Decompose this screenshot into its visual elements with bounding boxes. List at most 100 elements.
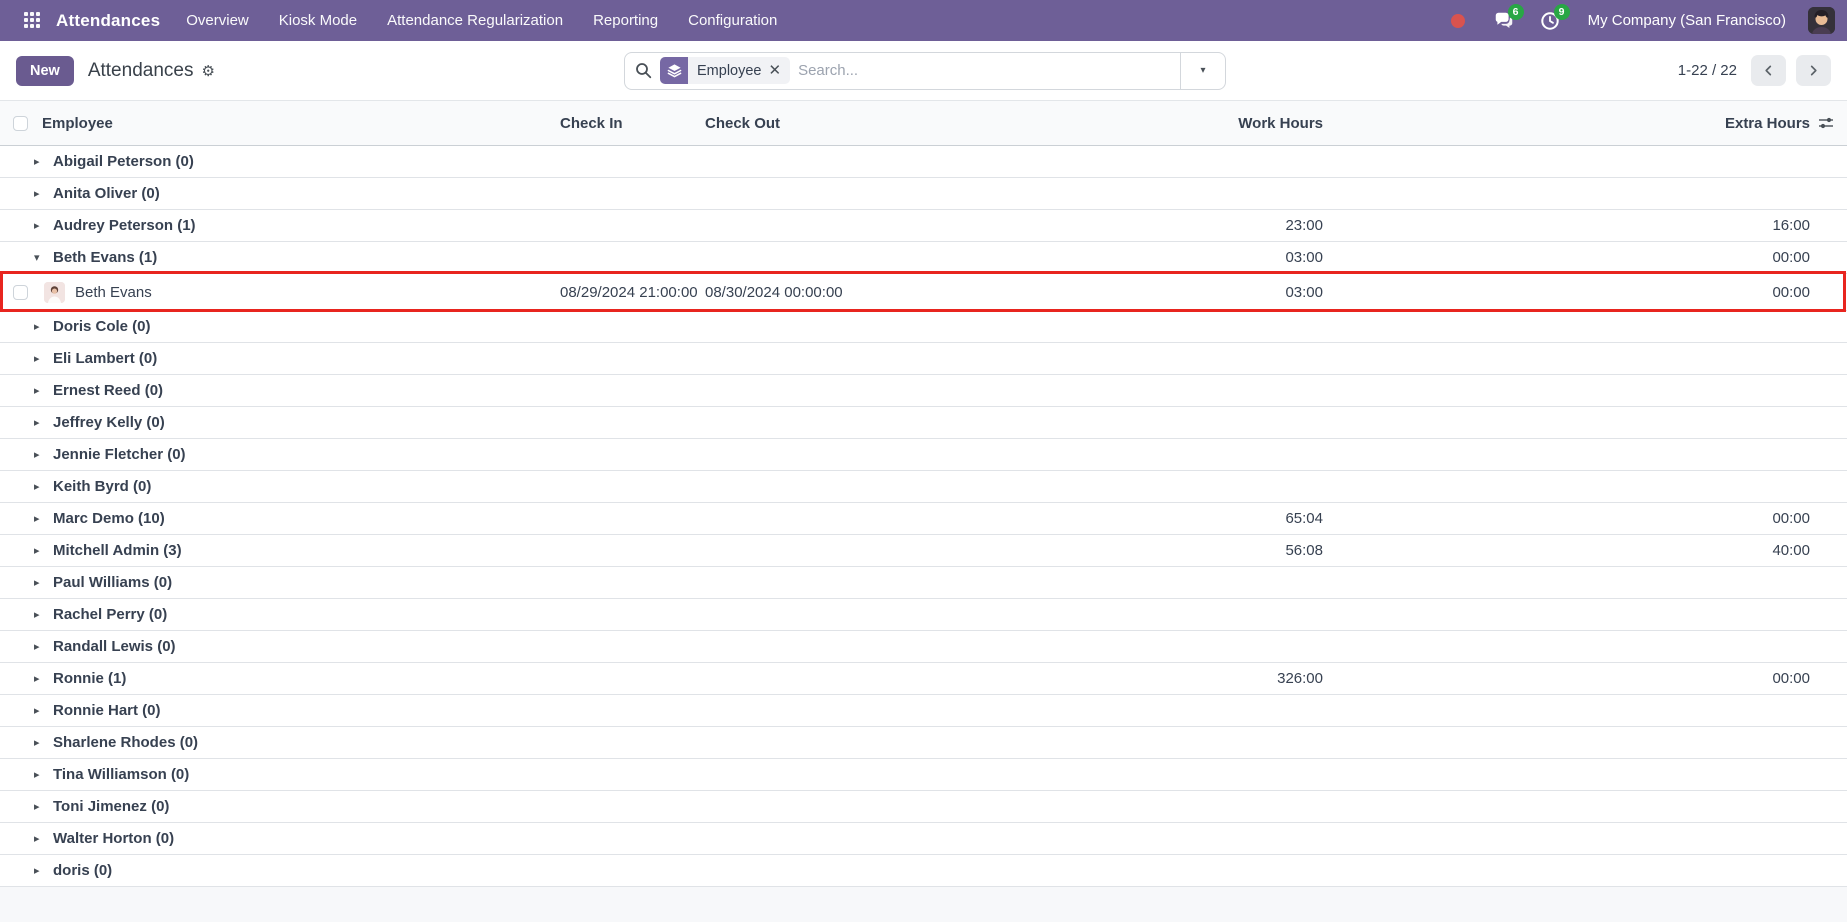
list-body: ▸ Abigail Peterson (0) ▸ Anita Oliver (0… (0, 146, 1847, 887)
group-row[interactable]: ▸ Ernest Reed (0) (0, 375, 1847, 407)
group-row[interactable]: ▸ Ronnie (1) 326:00 00:00 (0, 663, 1847, 695)
search-facet-employee[interactable]: Employee ✕ (660, 57, 790, 84)
group-caret-icon[interactable]: ▸ (34, 832, 44, 845)
group-label: doris (0) (53, 862, 112, 879)
group-row[interactable]: ▸ Eli Lambert (0) (0, 343, 1847, 375)
group-caret-icon[interactable]: ▸ (34, 864, 44, 877)
top-navbar: Attendances Overview Kiosk Mode Attendan… (0, 0, 1847, 41)
activities-badge: 9 (1554, 4, 1570, 20)
group-caret-icon[interactable]: ▸ (34, 768, 44, 781)
group-caret-icon[interactable]: ▸ (34, 672, 44, 685)
app-name[interactable]: Attendances (56, 11, 160, 31)
column-header-work-hours[interactable]: Work Hours (1000, 115, 1325, 132)
group-caret-icon[interactable]: ▸ (34, 512, 44, 525)
work-hours-value: 03:00 (1000, 284, 1325, 301)
group-row[interactable]: ▸ Jennie Fletcher (0) (0, 439, 1847, 471)
activities-icon[interactable]: 9 (1538, 9, 1562, 33)
group-label: Abigail Peterson (0) (53, 153, 194, 170)
search-bar[interactable]: Employee ✕ Search... ▾ (624, 52, 1226, 90)
row-checkbox[interactable] (13, 285, 28, 300)
group-row[interactable]: ▸ Toni Jimenez (0) (0, 791, 1847, 823)
group-label: Mitchell Admin (3) (53, 542, 182, 559)
nav-item-configuration[interactable]: Configuration (688, 12, 777, 29)
group-caret-icon[interactable]: ▸ (34, 736, 44, 749)
group-caret-icon[interactable]: ▸ (34, 608, 44, 621)
employee-name: Beth Evans (75, 284, 152, 301)
group-row[interactable]: ▸ Keith Byrd (0) (0, 471, 1847, 503)
group-row[interactable]: ▸ Abigail Peterson (0) (0, 146, 1847, 178)
group-label: Eli Lambert (0) (53, 350, 157, 367)
pager-previous-button[interactable] (1751, 55, 1786, 86)
group-caret-icon[interactable]: ▸ (34, 640, 44, 653)
messages-icon[interactable]: 6 (1492, 9, 1516, 33)
group-row[interactable]: ▸ Rachel Perry (0) (0, 599, 1847, 631)
group-caret-icon[interactable]: ▾ (34, 251, 44, 264)
facet-label: Employee (697, 63, 761, 79)
group-row[interactable]: ▾ Beth Evans (1) 03:00 00:00 (0, 242, 1847, 274)
group-caret-icon[interactable]: ▸ (34, 800, 44, 813)
control-panel: New Attendances ⚙ Employee ✕ (0, 41, 1847, 101)
group-row[interactable]: ▸ Sharlene Rhodes (0) (0, 727, 1847, 759)
group-caret-icon[interactable]: ▸ (34, 448, 44, 461)
group-row[interactable]: ▸ Randall Lewis (0) (0, 631, 1847, 663)
group-caret-icon[interactable]: ▸ (34, 187, 44, 200)
group-caret-icon[interactable]: ▸ (34, 416, 44, 429)
nav-item-attendance-regularization[interactable]: Attendance Regularization (387, 12, 563, 29)
breadcrumb: Attendances (88, 60, 194, 82)
new-button[interactable]: New (16, 56, 74, 86)
gear-icon[interactable]: ⚙ (201, 62, 214, 80)
group-row[interactable]: ▸ Audrey Peterson (1) 23:00 16:00 (0, 210, 1847, 242)
group-caret-icon[interactable]: ▸ (34, 320, 44, 333)
chevron-down-icon: ▾ (1200, 65, 1205, 76)
apps-menu-icon[interactable] (24, 12, 42, 30)
group-caret-icon[interactable]: ▸ (34, 544, 44, 557)
group-extra-hours: 40:00 (1325, 542, 1812, 559)
group-row[interactable]: ▸ Mitchell Admin (3) 56:08 40:00 (0, 535, 1847, 567)
group-work-hours: 56:08 (1000, 542, 1325, 559)
nav-item-reporting[interactable]: Reporting (593, 12, 658, 29)
search-input[interactable]: Search... (798, 62, 858, 79)
group-row[interactable]: ▸ Walter Horton (0) (0, 823, 1847, 855)
group-label: Marc Demo (10) (53, 510, 165, 527)
group-row[interactable]: ▸ doris (0) (0, 855, 1847, 887)
column-header-check-out[interactable]: Check Out (703, 115, 1000, 132)
group-caret-icon[interactable]: ▸ (34, 155, 44, 168)
company-switcher[interactable]: My Company (San Francisco) (1588, 12, 1786, 29)
pager-next-button[interactable] (1796, 55, 1831, 86)
nav-item-kiosk-mode[interactable]: Kiosk Mode (279, 12, 357, 29)
group-label: Ronnie Hart (0) (53, 702, 161, 719)
search-options-toggle[interactable]: ▾ (1180, 53, 1225, 89)
column-header-employee[interactable]: Employee (40, 115, 558, 132)
column-header-extra-hours[interactable]: Extra Hours (1325, 115, 1812, 132)
group-caret-icon[interactable]: ▸ (34, 352, 44, 365)
nav-item-overview[interactable]: Overview (186, 12, 249, 29)
select-all-checkbox[interactable] (13, 116, 28, 131)
group-row[interactable]: ▸ Tina Williamson (0) (0, 759, 1847, 791)
group-caret-icon[interactable]: ▸ (34, 576, 44, 589)
group-label: Randall Lewis (0) (53, 638, 176, 655)
search-icon (635, 62, 652, 79)
nav-menu: Overview Kiosk Mode Attendance Regulariz… (186, 12, 777, 29)
group-row[interactable]: ▸ Ronnie Hart (0) (0, 695, 1847, 727)
group-caret-icon[interactable]: ▸ (34, 219, 44, 232)
group-row[interactable]: ▸ Jeffrey Kelly (0) (0, 407, 1847, 439)
facet-remove-icon[interactable]: ✕ (768, 63, 781, 78)
group-caret-icon[interactable]: ▸ (34, 704, 44, 717)
group-extra-hours: 00:00 (1325, 249, 1812, 266)
user-avatar[interactable] (1808, 7, 1835, 34)
column-header-check-in[interactable]: Check In (558, 115, 703, 132)
optional-columns-button[interactable] (1812, 115, 1847, 131)
group-label: Jeffrey Kelly (0) (53, 414, 165, 431)
group-row[interactable]: ▸ Anita Oliver (0) (0, 178, 1847, 210)
group-caret-icon[interactable]: ▸ (34, 480, 44, 493)
group-row[interactable]: ▸ Paul Williams (0) (0, 567, 1847, 599)
group-row[interactable]: ▸ Marc Demo (10) 65:04 00:00 (0, 503, 1847, 535)
messages-badge: 6 (1508, 4, 1524, 20)
group-row[interactable]: ▸ Doris Cole (0) (0, 311, 1847, 343)
group-label: Anita Oliver (0) (53, 185, 160, 202)
notification-dot-icon[interactable] (1446, 9, 1470, 33)
attendance-row[interactable]: Beth Evans 08/29/2024 21:00:00 08/30/202… (0, 274, 1847, 311)
sliders-icon (1818, 115, 1834, 131)
group-extra-hours: 00:00 (1325, 510, 1812, 527)
group-caret-icon[interactable]: ▸ (34, 384, 44, 397)
